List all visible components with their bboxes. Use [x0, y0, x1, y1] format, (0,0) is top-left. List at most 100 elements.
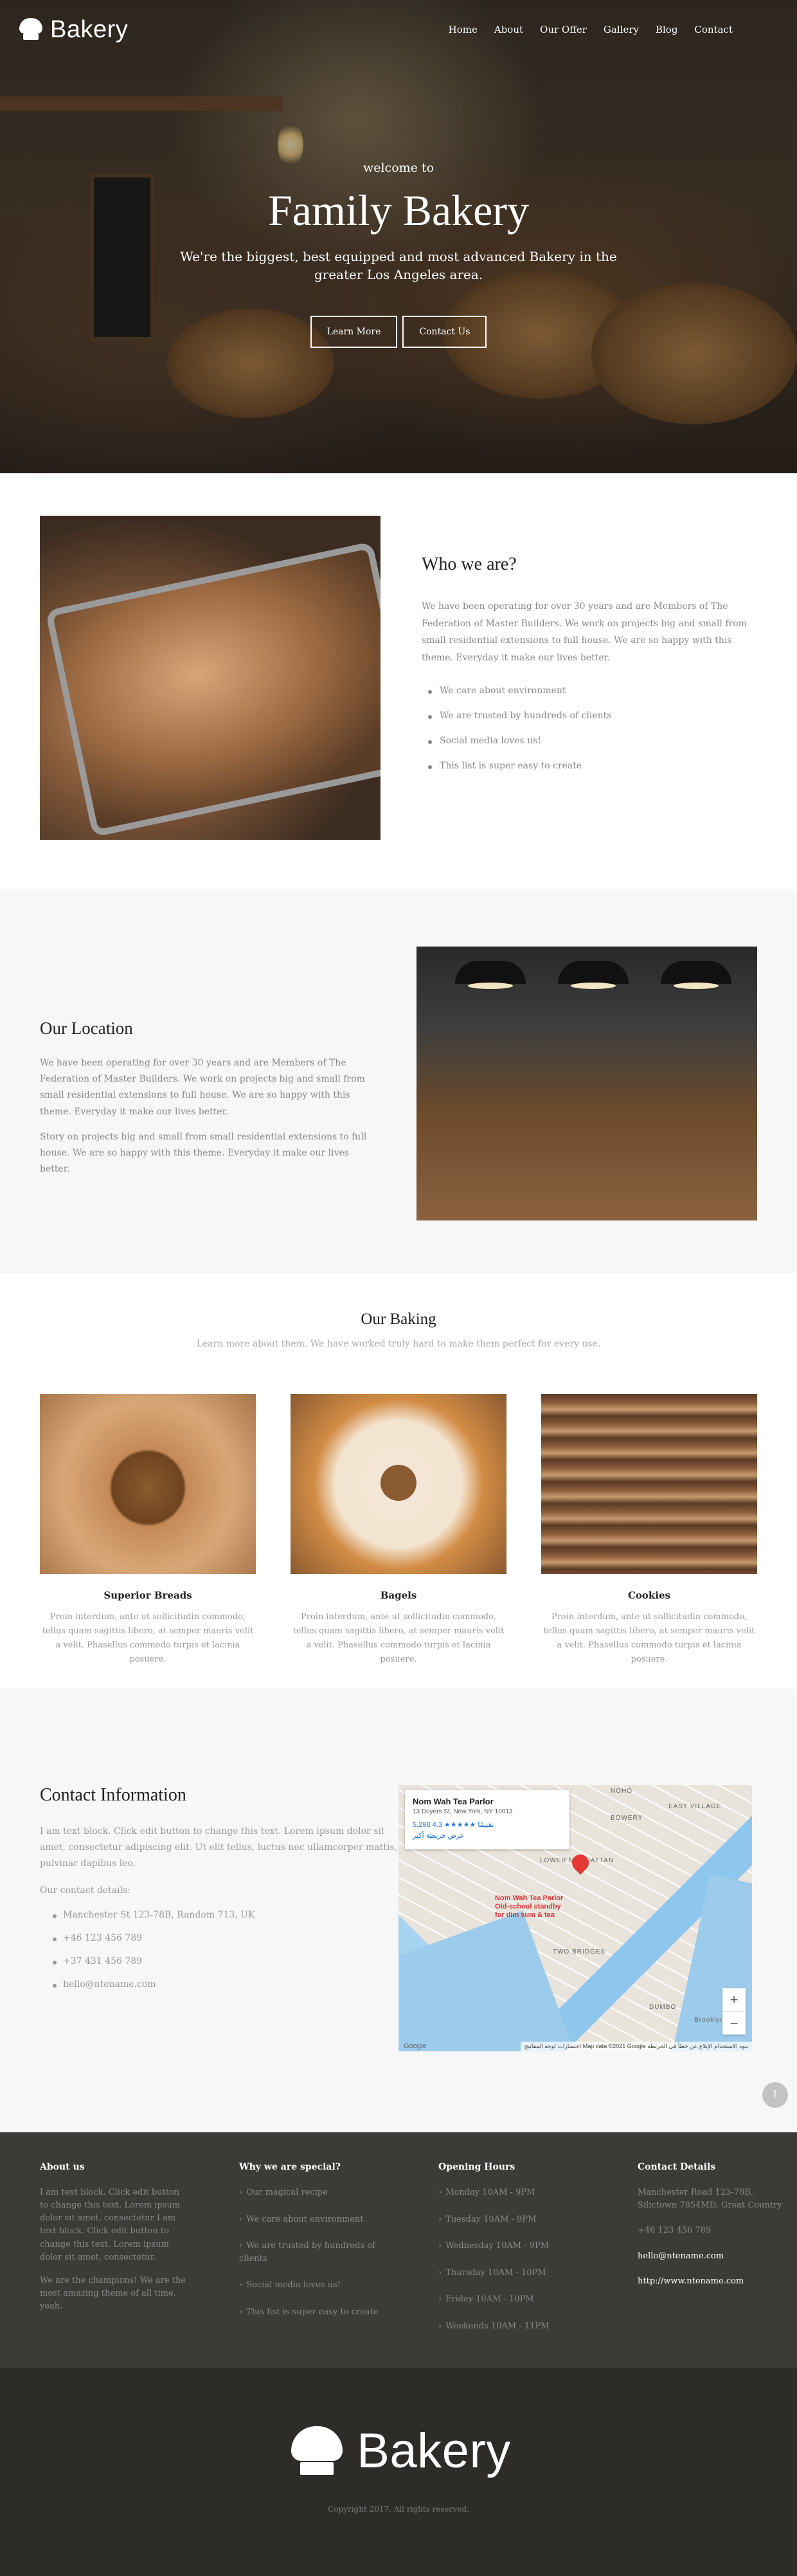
baking-card: Bagels Proin interdum, ante ut sollicitu…: [291, 1394, 506, 1667]
footer-website-link[interactable]: http://www.ntename.com: [638, 2275, 792, 2288]
footer-logo[interactable]: Bakery: [0, 2423, 797, 2479]
card-text: Proin interdum, ante ut sollicitudin com…: [292, 1612, 505, 1665]
chevron-right-icon: ›: [438, 2321, 442, 2331]
learn-more-button[interactable]: Learn More: [310, 316, 398, 348]
map-place-address: 13 Doyers St, New York, NY 10013: [412, 1808, 513, 1815]
map-zoom-controls: + −: [722, 1988, 746, 2035]
top-navigation-bar: Bakery Home About Our Offer Gallery Blog…: [0, 0, 797, 59]
location-text: Our Location We have been operating for …: [40, 947, 381, 1273]
footer-heading: Why we are special?: [239, 2162, 341, 2172]
baking-subtitle: Learn more about them. We have worked tr…: [196, 1339, 601, 1349]
who-we-are-paragraph: We have been operating for over 30 years…: [422, 601, 747, 663]
footer: About us I am text block. Click edit but…: [0, 2132, 797, 2368]
contact-email[interactable]: hello@ntename.com: [40, 1979, 398, 1990]
location-title: Our Location: [40, 1019, 133, 1038]
footer-heading: About us: [40, 2162, 85, 2172]
who-we-are-title: Who we are?: [422, 554, 517, 574]
list-item: › We care about environment: [239, 2214, 364, 2224]
list-item: › We are trusted by hundreds of clients: [239, 2241, 375, 2263]
footer-heading: Opening Hours: [438, 2162, 515, 2172]
brand-logo[interactable]: Bakery: [17, 16, 128, 44]
contact-phone: +37 431 456 789: [40, 1956, 398, 1966]
baking-card: Cookies Proin interdum, ante ut sollicit…: [541, 1394, 757, 1667]
footer-heading: Contact Details: [638, 2162, 716, 2172]
nav-about[interactable]: About: [494, 24, 523, 35]
map-place-card: Nom Wah Tea Parlor 13 Doyers St, New Yor…: [404, 1790, 569, 1849]
list-item: › Thursday 10AM - 10PM: [438, 2267, 546, 2278]
chevron-right-icon: ›: [239, 2214, 243, 2224]
main-nav: Home About Our Offer Gallery Blog Contac…: [449, 24, 733, 35]
chevron-right-icon: ›: [438, 2214, 442, 2224]
footer-address: Manchester Road 123-78B, Silictown 7854M…: [638, 2188, 782, 2210]
bread-image: [40, 1394, 256, 1574]
list-item: › Weekends 10AM - 11PM: [438, 2321, 550, 2331]
map-area-label: DUMBO: [649, 2004, 677, 2011]
card-title: Superior Breads: [103, 1590, 192, 1601]
list-item: › Social media loves us!: [239, 2280, 341, 2290]
list-item: Social media loves us!: [422, 736, 757, 746]
contact-information-section: Contact Information I am text block. Cli…: [0, 1689, 797, 2132]
map-pin-icon[interactable]: [568, 1851, 593, 1875]
list-item: › Tuesday 10AM - 9PM: [438, 2214, 537, 2224]
bakery-shop-image: [416, 947, 757, 1220]
card-text: Proin interdum, ante ut sollicitudin com…: [42, 1612, 254, 1665]
list-item: › Monday 10AM - 9PM: [438, 2188, 535, 2197]
cookies-image: [541, 1394, 757, 1574]
card-text: Proin interdum, ante ut sollicitudin com…: [543, 1612, 755, 1665]
bread-tray-image: [40, 516, 381, 840]
map-area-label: Brooklyn: [694, 2017, 724, 2024]
map-area-label: EAST VILLAGE: [668, 1803, 722, 1810]
list-item: › Our magical recipe: [239, 2188, 328, 2197]
brand-name: Bakery: [50, 15, 129, 43]
footer-contact: Contact Details Manchester Road 123-78B,…: [638, 2162, 792, 2368]
hero-title: Family Bakery: [267, 186, 530, 235]
nav-gallery[interactable]: Gallery: [604, 24, 639, 35]
footer-phone: +46 123 456 789: [638, 2226, 712, 2235]
who-we-are-section: Who we are? We have been operating for o…: [0, 473, 797, 889]
hero-section: Bakery Home About Our Offer Gallery Blog…: [0, 0, 797, 473]
copyright-text: Copyright 2017. All rights reserved.: [328, 2505, 469, 2514]
chevron-right-icon: ›: [438, 2267, 442, 2278]
hero-buttons: Learn More Contact Us: [0, 316, 797, 348]
contact-us-button[interactable]: Contact Us: [402, 316, 487, 348]
chef-hat-icon: [286, 2426, 348, 2476]
chevron-right-icon: ›: [239, 2241, 243, 2251]
list-item: We care about environment: [422, 685, 757, 696]
map-attribution: اختصارات لوحة المفاتيح Map data ©2021 Go…: [520, 2042, 752, 2051]
footer-hours: Opening Hours › Monday 10AM - 9PM › Tuesda…: [438, 2162, 638, 2368]
our-baking-section: Our Baking Learn more about them. We hav…: [0, 1273, 797, 1689]
location-paragraph: Story on projects big and small from sma…: [40, 1131, 367, 1175]
contact-title: Contact Information: [40, 1785, 186, 1805]
map-area-label: NOHO: [610, 1788, 632, 1795]
baking-card: Superior Breads Proin interdum, ante ut …: [40, 1394, 256, 1667]
location-paragraph: We have been operating for over 30 years…: [40, 1058, 365, 1117]
footer-bottom: Bakery Copyright 2017. All rights reserv…: [0, 2368, 797, 2576]
our-location-section: Our Location We have been operating for …: [0, 889, 797, 1273]
bagel-image: [291, 1394, 506, 1574]
chevron-right-icon: ›: [438, 2188, 442, 2197]
nav-contact[interactable]: Contact: [694, 24, 733, 35]
hero-pretitle: welcome to: [363, 161, 434, 175]
map-larger-link[interactable]: عرض خريطة أكبر: [413, 1831, 562, 1840]
baking-title: Our Baking: [361, 1311, 436, 1328]
nav-our-offer[interactable]: Our Offer: [540, 24, 587, 35]
list-item: › This list is super easy to create: [239, 2307, 379, 2317]
map-place-rating: 5,298 تقييمًا ★★★★★ 4.3: [412, 1821, 494, 1829]
map-pin-label: Nom Wah Tea Parlor Old-school standby fo…: [494, 1894, 564, 1919]
nav-home[interactable]: Home: [449, 24, 478, 35]
who-we-are-list: We care about environment We are trusted…: [422, 685, 757, 771]
footer-email-link[interactable]: hello@ntename.com: [638, 2250, 792, 2263]
back-to-top-button[interactable]: ↑: [762, 2082, 788, 2108]
chevron-right-icon: ›: [438, 2294, 442, 2304]
hero-shelf: [0, 96, 283, 111]
google-map[interactable]: NOHO BOWERY EAST VILLAGE LOWER MANHATTAN…: [398, 1785, 752, 2051]
zoom-in-button[interactable]: +: [722, 1988, 746, 2011]
nav-blog[interactable]: Blog: [656, 24, 677, 35]
zoom-out-button[interactable]: −: [722, 2011, 746, 2035]
list-item: › Friday 10AM - 10PM: [438, 2294, 534, 2304]
brand-name: Bakery: [357, 2424, 511, 2478]
contact-details-label: Our contact details:: [40, 1885, 130, 1896]
footer-about: About us I am text block. Click edit but…: [40, 2162, 239, 2368]
map-area-label: BOWERY: [610, 1815, 643, 1822]
contact-text: Contact Information I am text block. Cli…: [40, 1785, 398, 2132]
